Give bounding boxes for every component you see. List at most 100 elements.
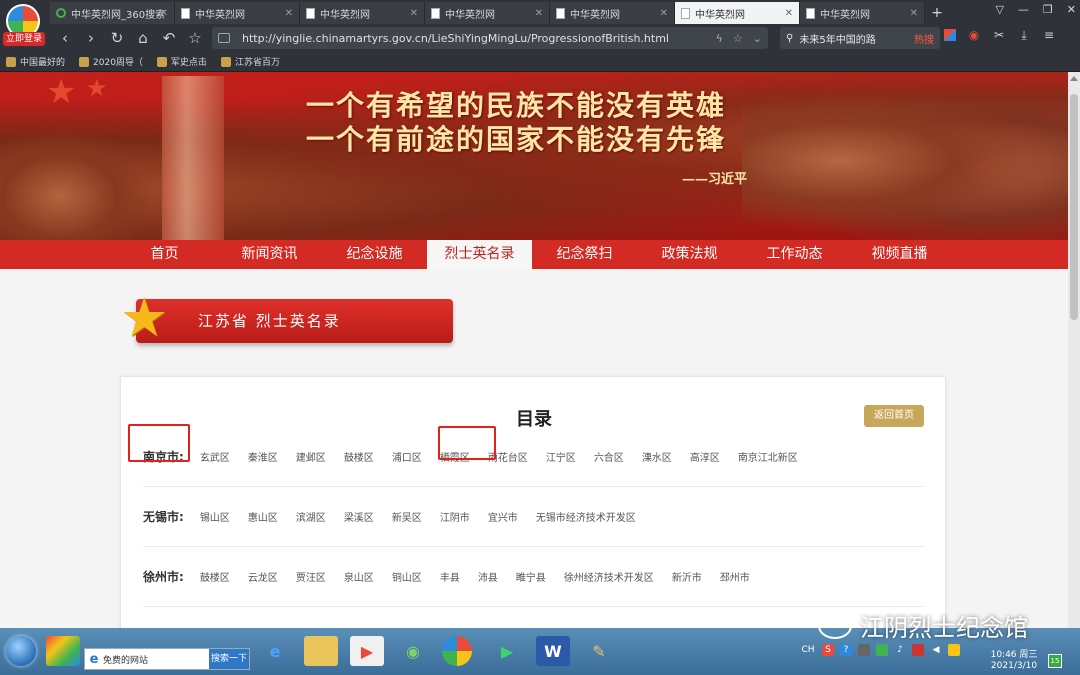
district-link[interactable]: 六合区 (594, 449, 624, 464)
bookmark-item[interactable]: 军史点击 (156, 55, 207, 68)
tab-4[interactable]: 中华英烈网 ✕ (550, 2, 675, 24)
folder-icon[interactable] (304, 636, 338, 666)
help-icon[interactable]: ? (840, 644, 852, 656)
district-link[interactable]: 无锡市经济技术开发区 (536, 509, 636, 524)
tab-1[interactable]: 中华英烈网 ✕ (175, 2, 300, 24)
district-link[interactable]: 邳州市 (720, 569, 750, 584)
nav-policy[interactable]: 政策法规 (637, 240, 742, 269)
tab-3[interactable]: 中华英烈网 ✕ (425, 2, 550, 24)
minimize-icon[interactable]: — (1018, 3, 1029, 16)
district-link[interactable]: 梁溪区 (344, 509, 374, 524)
home-icon[interactable]: ⌂ (130, 29, 156, 47)
nav-news[interactable]: 新闻资讯 (217, 240, 322, 269)
district-link[interactable]: 建邺区 (296, 449, 326, 464)
district-link[interactable]: 江宁区 (546, 449, 576, 464)
close-icon[interactable]: ✕ (785, 8, 793, 19)
district-link[interactable]: 睢宁县 (516, 569, 546, 584)
tab-2[interactable]: 中华英烈网 ✕ (300, 2, 425, 24)
page-scrollbar[interactable] (1068, 72, 1080, 628)
district-link[interactable]: 泉山区 (344, 569, 374, 584)
district-link[interactable]: 新吴区 (392, 509, 422, 524)
undo-icon[interactable]: ↶ (156, 29, 182, 47)
district-link[interactable]: 云龙区 (248, 569, 278, 584)
volume-icon[interactable]: ◀ (930, 644, 942, 656)
close-icon[interactable]: ✕ (660, 8, 668, 19)
media-player-icon[interactable]: ▶ (350, 636, 384, 666)
hot-search-label[interactable]: 热搜 (914, 31, 934, 46)
taskbar-search-button[interactable]: 搜索一下 (209, 649, 249, 669)
system-clock[interactable]: 10:46 周三 2021/3/10 (985, 650, 1043, 672)
district-link[interactable]: 滨湖区 (296, 509, 326, 524)
district-link[interactable]: 贾汪区 (296, 569, 326, 584)
site-info-icon[interactable] (218, 33, 230, 43)
district-link[interactable]: 溧水区 (642, 449, 672, 464)
district-link[interactable]: 铜山区 (392, 569, 422, 584)
close-icon[interactable]: ✕ (535, 8, 543, 19)
browser-logo[interactable]: 立即登录 (0, 0, 48, 48)
language-indicator[interactable]: CH (800, 644, 816, 656)
download-icon[interactable]: ⤓ (1017, 28, 1031, 42)
close-icon[interactable]: ✕ (410, 8, 418, 19)
start-button[interactable] (6, 636, 36, 666)
nav-commemoration[interactable]: 纪念祭扫 (532, 240, 637, 269)
paint-icon[interactable]: ✎ (582, 636, 616, 666)
district-link[interactable]: 高淳区 (690, 449, 720, 464)
close-icon[interactable]: ✕ (160, 8, 168, 19)
ie-icon[interactable]: e (258, 636, 292, 666)
bell-icon[interactable]: ♪ (894, 644, 906, 656)
nav-martyrs-list[interactable]: 烈士英名录 (427, 240, 532, 269)
tray-icon[interactable] (948, 644, 960, 656)
browser-app-icon[interactable] (442, 636, 472, 666)
tab-6[interactable]: 中华英烈网 ✕ (800, 2, 925, 24)
restore-icon[interactable]: ❐ (1043, 3, 1053, 16)
refresh-icon[interactable]: ↻ (104, 29, 130, 47)
tab-0[interactable]: 中华英烈网_360搜索 ✕ (50, 2, 175, 24)
district-link[interactable]: 锡山区 (200, 509, 230, 524)
nav-work-updates[interactable]: 工作动态 (742, 240, 847, 269)
game-icon[interactable]: ◉ (967, 28, 981, 42)
tray-icon[interactable] (858, 644, 870, 656)
district-link[interactable]: 沛县 (478, 569, 498, 584)
district-link[interactable]: 鼓楼区 (200, 569, 230, 584)
district-link[interactable]: 惠山区 (248, 509, 278, 524)
tray-icon[interactable] (912, 644, 924, 656)
district-link[interactable]: 浦口区 (392, 449, 422, 464)
star-icon[interactable]: ☆ (182, 29, 208, 47)
apps-icon[interactable] (944, 29, 956, 41)
nav-memorials[interactable]: 纪念设施 (322, 240, 427, 269)
notification-badge[interactable]: 15 (1048, 654, 1062, 668)
url-input[interactable]: http://yinglie.chinamartyrs.gov.cn/LieSh… (212, 27, 768, 49)
scissors-icon[interactable]: ✂ (992, 28, 1006, 42)
bookmark-item[interactable]: 江苏省百万 (220, 55, 280, 68)
district-link[interactable]: 徐州经济技术开发区 (564, 569, 654, 584)
district-link[interactable]: 玄武区 (200, 449, 230, 464)
bookmark-item[interactable]: 中国最好的 (6, 55, 65, 68)
district-link[interactable]: 丰县 (440, 569, 460, 584)
district-link[interactable]: 鼓楼区 (344, 449, 374, 464)
district-link[interactable]: 南京江北新区 (738, 449, 798, 464)
word-icon[interactable]: W (536, 636, 570, 666)
bookmark-star-icon[interactable]: ☆ (733, 32, 743, 45)
lightning-icon[interactable]: ϟ (716, 32, 723, 45)
back-home-button[interactable]: 返回首页 (864, 405, 924, 427)
scroll-thumb[interactable] (1070, 94, 1078, 320)
taskbar-search-input[interactable]: e 免费的网站 搜索一下 (84, 648, 250, 670)
close-window-icon[interactable]: ✕ (1067, 3, 1076, 16)
close-icon[interactable]: ✕ (285, 8, 293, 19)
district-link[interactable]: 新沂市 (672, 569, 702, 584)
tab-5-active[interactable]: 中华英烈网 ✕ (675, 2, 800, 24)
menu-icon[interactable]: ≡ (1042, 28, 1056, 42)
tray-icon[interactable] (876, 644, 888, 656)
app-icon[interactable] (46, 636, 80, 666)
nav-home[interactable]: 首页 (112, 240, 217, 269)
shield-icon[interactable]: ▽ (995, 3, 1003, 16)
scroll-up-icon[interactable] (1070, 76, 1078, 81)
browser-search-input[interactable]: ⚲ 未来5年中国的路 热搜 (780, 27, 940, 49)
login-badge[interactable]: 立即登录 (3, 32, 45, 46)
player-icon[interactable]: ▶ (490, 636, 524, 666)
close-icon[interactable]: ✕ (910, 8, 918, 19)
new-tab-button[interactable]: + (925, 2, 949, 24)
forward-icon[interactable]: › (78, 29, 104, 47)
360-icon[interactable]: ◉ (396, 636, 430, 666)
chevron-down-icon[interactable]: ⌄ (753, 32, 762, 45)
